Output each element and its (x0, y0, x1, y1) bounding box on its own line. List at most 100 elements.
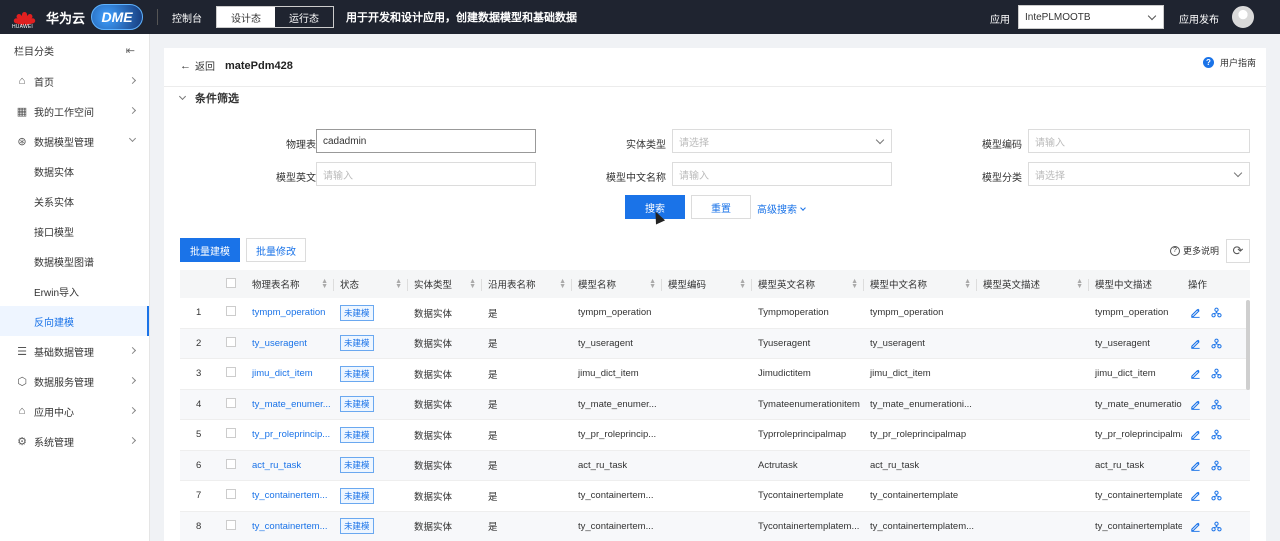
sort-icon[interactable]: ▲ ▼ (964, 278, 971, 290)
relation-tree-icon[interactable] (1211, 338, 1222, 349)
table-row[interactable]: 3 jimu_dict_item 未建模 数据实体 是 jimu_dict_item Jim… (180, 359, 1250, 390)
cn-name-input[interactable]: 请输入 (672, 162, 892, 186)
header-col-cn[interactable]: 模型中文名称 ▲ ▼ (864, 277, 977, 291)
sort-icon[interactable]: ▲ ▼ (395, 278, 402, 290)
row-checkbox[interactable] (226, 306, 236, 317)
relation-tree-icon[interactable] (1211, 490, 1222, 501)
en-name-input[interactable]: 请输入 (316, 162, 536, 186)
row-checkbox[interactable] (226, 458, 236, 469)
table-row[interactable]: 5 ty_pr_roleprincip... 未建模 数据实体 是 ty_pr_rolep… (180, 420, 1250, 451)
row-select[interactable] (220, 458, 246, 472)
relation-tree-icon[interactable] (1211, 399, 1222, 410)
app-select[interactable]: IntePLMOOTB (1018, 5, 1164, 29)
edit-icon[interactable] (1190, 521, 1201, 532)
sidebar-item-workspace[interactable]: ▦ 我的工作空间 (0, 96, 149, 126)
sidebar-sub-reverse-modeling[interactable]: 反向建模 (0, 306, 149, 336)
user-avatar[interactable] (1232, 6, 1254, 28)
sidebar-sub-model-graph[interactable]: 数据模型图谱 (0, 246, 149, 276)
edit-icon[interactable] (1190, 338, 1201, 349)
sidebar-item-home[interactable]: ⌂ 首页 (0, 66, 149, 96)
more-help-link[interactable]: ? 更多说明 (1170, 244, 1219, 257)
sidebar-item-data-service[interactable]: ⬡ 数据服务管理 (0, 366, 149, 396)
user-guide-link[interactable]: ? 用户指南 (1202, 56, 1256, 69)
sort-icon[interactable]: ▲ ▼ (469, 278, 476, 290)
huawei-logo[interactable]: HUAWEI 华为云 DME (12, 4, 144, 30)
header-col-model[interactable]: 模型名称 ▲ ▼ (572, 277, 662, 291)
table-row[interactable]: 6 act_ru_task 未建模 数据实体 是 act_ru_task Actrutask… (180, 450, 1250, 481)
sidebar-item-app-center[interactable]: ⌂ 应用中心 (0, 396, 149, 426)
edit-icon[interactable] (1190, 460, 1201, 471)
header-select-all[interactable] (220, 277, 246, 291)
edit-icon[interactable] (1190, 490, 1201, 502)
cell-phys-name-link[interactable]: jimu_dict_item (246, 368, 334, 379)
row-checkbox[interactable] (226, 519, 236, 530)
entity-type-select[interactable]: 请选择 (672, 129, 892, 153)
row-select[interactable] (220, 367, 246, 380)
cell-phys-name-link[interactable]: act_ru_task (246, 460, 334, 471)
header-col-en-desc[interactable]: 模型英文描述 ▲ ▼ (977, 277, 1089, 291)
relation-tree-icon[interactable] (1211, 368, 1222, 379)
cell-phys-name-link[interactable]: ty_mate_enumer... (246, 399, 334, 410)
row-select[interactable] (220, 306, 246, 319)
advanced-search-toggle[interactable]: 高级搜索 (757, 201, 806, 216)
collapse-sidebar-icon[interactable]: ⇤ (126, 44, 135, 57)
sidebar-item-basic-data[interactable]: ☰ 基础数据管理 (0, 336, 149, 366)
row-checkbox[interactable] (226, 336, 236, 347)
cell-phys-name-link[interactable]: ty_containertem... (246, 490, 334, 501)
back-link[interactable]: 返回 (195, 58, 215, 73)
header-col-status[interactable]: 状态 ▲ ▼ (334, 277, 408, 291)
edit-icon[interactable] (1190, 429, 1201, 441)
relation-tree-icon[interactable] (1211, 521, 1222, 532)
sidebar-sub-interface-model[interactable]: 接口模型 (0, 216, 149, 246)
sort-icon[interactable]: ▲ ▼ (559, 278, 566, 290)
model-code-input[interactable]: 请输入 (1028, 129, 1250, 153)
sort-icon[interactable]: ▲ ▼ (739, 278, 746, 290)
batch-model-button[interactable]: 批量建模 (180, 238, 240, 262)
filter-section-toggle[interactable]: 条件筛选 (178, 90, 239, 106)
sidebar-sub-erwin-import[interactable]: Erwin导入 (0, 276, 149, 306)
app-publish-link[interactable]: 应用发布 (1179, 11, 1219, 26)
row-checkbox[interactable] (226, 397, 236, 408)
edit-icon[interactable] (1190, 307, 1201, 319)
header-col-reuse[interactable]: 沿用表名称 ▲ ▼ (482, 277, 572, 291)
console-link[interactable]: 控制台 (172, 10, 202, 25)
row-checkbox[interactable] (226, 428, 236, 439)
cell-phys-name-link[interactable]: ty_useragent (246, 338, 334, 349)
table-row[interactable]: 4 ty_mate_enumer... 未建模 数据实体 是 ty_mate_enumer… (180, 389, 1250, 420)
row-checkbox[interactable] (226, 489, 236, 500)
table-scrollbar[interactable] (1246, 300, 1250, 390)
phys-name-input[interactable]: cadadmin (316, 129, 536, 153)
sort-icon[interactable]: ▲ ▼ (851, 278, 858, 290)
row-select[interactable] (220, 428, 246, 441)
relation-tree-icon[interactable] (1211, 307, 1222, 318)
sidebar-sub-data-entity[interactable]: 数据实体 (0, 156, 149, 186)
cell-phys-name-link[interactable]: ty_containertem... (246, 521, 334, 532)
row-select[interactable] (220, 336, 246, 350)
row-checkbox[interactable] (226, 367, 236, 378)
header-col-code[interactable]: 模型编码 ▲ ▼ (662, 277, 752, 291)
sidebar-sub-relation-entity[interactable]: 关系实体 (0, 186, 149, 216)
relation-tree-icon[interactable] (1211, 460, 1222, 471)
table-row[interactable]: 1 tympm_operation 未建模 数据实体 是 tympm_operation T… (180, 298, 1250, 329)
row-select[interactable] (220, 397, 246, 411)
row-select[interactable] (220, 519, 246, 533)
sort-icon[interactable]: ▲ ▼ (321, 278, 328, 290)
relation-tree-icon[interactable] (1211, 429, 1222, 440)
run-mode-button[interactable]: 运行态 (275, 7, 334, 27)
table-row[interactable]: 7 ty_containertem... 未建模 数据实体 是 ty_containert… (180, 481, 1250, 512)
header-col-phys[interactable]: 物理表名称 ▲ ▼ (246, 277, 334, 291)
sort-icon[interactable]: ▲ ▼ (649, 278, 656, 290)
design-mode-button[interactable]: 设计态 (217, 7, 276, 27)
batch-edit-button[interactable]: 批量修改 (246, 238, 306, 262)
back-arrow-icon[interactable]: ← (180, 60, 191, 72)
sidebar-item-data-model[interactable]: ⊛ 数据模型管理 (0, 126, 149, 156)
edit-icon[interactable] (1190, 368, 1201, 380)
refresh-button[interactable]: ⟳ (1226, 239, 1250, 263)
reset-button[interactable]: 重置 (691, 195, 751, 219)
header-col-en[interactable]: 模型英文名称 ▲ ▼ (752, 277, 864, 291)
edit-icon[interactable] (1190, 399, 1201, 410)
select-all-checkbox[interactable] (226, 277, 236, 288)
table-row[interactable]: 2 ty_useragent 未建模 数据实体 是 ty_useragent Tyusera… (180, 328, 1250, 359)
table-row[interactable]: 8 ty_containertem... 未建模 数据实体 是 ty_containert… (180, 511, 1250, 541)
sort-icon[interactable]: ▲ ▼ (1076, 278, 1083, 290)
